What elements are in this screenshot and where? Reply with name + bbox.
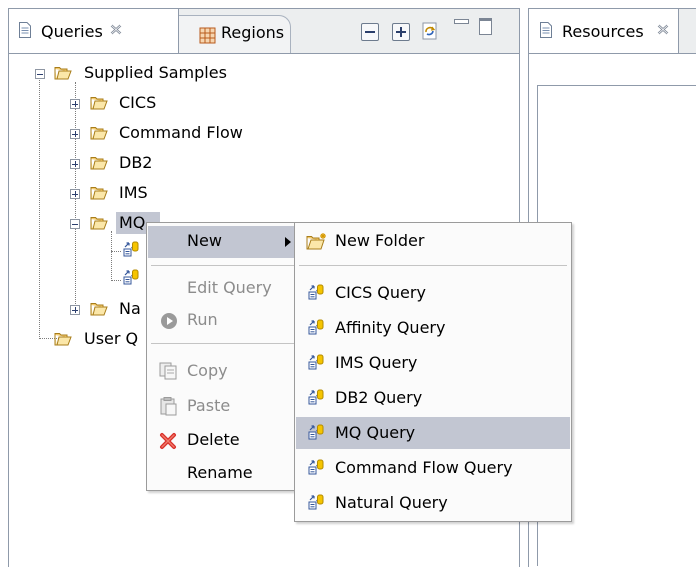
expand-all-button[interactable] — [392, 23, 410, 41]
menu-item-copy-label: Copy — [187, 361, 228, 380]
plus-icon-vertical — [400, 27, 402, 37]
folder-icon — [90, 97, 108, 110]
query-icon — [123, 269, 139, 285]
menu-item-delete[interactable]: Delete — [148, 425, 298, 457]
expand-toggle[interactable] — [70, 159, 80, 169]
menu-separator — [151, 265, 295, 266]
menu-separator — [299, 265, 567, 266]
minimize-button[interactable] — [454, 19, 469, 24]
query-icon — [123, 241, 139, 257]
minus-icon — [365, 31, 375, 33]
query-icon — [308, 284, 324, 300]
query-icon — [308, 494, 324, 510]
tree-item-command-flow[interactable]: Command Flow — [119, 123, 243, 142]
tab-queries-label: Queries — [41, 22, 103, 41]
tab-regions[interactable]: Regions — [179, 15, 291, 53]
expand-toggle[interactable] — [70, 99, 80, 109]
query-icon — [308, 319, 324, 335]
tab-resources[interactable]: Resources — [529, 9, 679, 53]
query-icon — [308, 459, 324, 475]
menu-item-run-label: Run — [187, 310, 218, 329]
folder-icon — [90, 303, 108, 316]
run-icon — [161, 313, 177, 329]
expand-toggle[interactable] — [70, 129, 80, 139]
menu-item-new-label: New — [187, 231, 222, 250]
close-icon[interactable] — [110, 24, 122, 35]
collapse-all-button[interactable] — [361, 23, 379, 41]
sync-icon[interactable] — [420, 20, 440, 42]
submenu-item-cics-query[interactable]: CICS Query — [296, 277, 570, 309]
tree-line — [111, 280, 121, 281]
folder-icon — [90, 127, 108, 140]
expand-toggle[interactable] — [70, 305, 80, 315]
folder-icon — [90, 187, 108, 200]
menu-item-run[interactable]: Run — [148, 305, 298, 337]
delete-icon — [160, 433, 176, 449]
submenu-item-affinity-query[interactable]: Affinity Query — [296, 312, 570, 344]
tree-item-db2[interactable]: DB2 — [119, 153, 152, 172]
new-submenu: New Folder CICS Query Affinity Query IMS… — [294, 222, 572, 522]
tree-item-mq[interactable]: MQ — [119, 213, 145, 232]
menu-item-edit-query[interactable]: Edit Query — [148, 273, 298, 305]
folder-icon — [90, 157, 108, 170]
submenu-item-label: MQ Query — [335, 423, 416, 442]
submenu-item-new-folder[interactable]: New Folder — [296, 226, 570, 258]
submenu-item-label: IMS Query — [335, 353, 418, 372]
document-icon — [19, 22, 31, 38]
paste-icon — [160, 397, 177, 416]
submenu-item-db2-query[interactable]: DB2 Query — [296, 382, 570, 414]
expand-toggle[interactable] — [70, 189, 80, 199]
menu-item-paste[interactable]: Paste — [148, 391, 298, 423]
context-menu: New Edit Query Run Copy Paste Delete Ren… — [146, 222, 300, 491]
submenu-item-mq-query[interactable]: MQ Query — [296, 417, 570, 449]
submenu-item-label: DB2 Query — [335, 388, 423, 407]
collapse-toggle[interactable] — [70, 219, 80, 229]
submenu-arrow-icon — [285, 237, 291, 247]
tree-line — [111, 231, 112, 281]
folder-icon — [90, 217, 108, 230]
menu-item-paste-label: Paste — [187, 396, 231, 415]
regions-icon — [199, 27, 216, 44]
queries-view-tabbar: Queries Regions — [9, 9, 519, 54]
tree-item-ims[interactable]: IMS — [119, 183, 148, 202]
menu-item-copy[interactable]: Copy — [148, 356, 298, 388]
tree-line — [39, 76, 40, 339]
folder-icon — [54, 333, 72, 346]
menu-item-new[interactable]: New — [148, 226, 298, 258]
submenu-item-label: Command Flow Query — [335, 458, 513, 477]
collapse-toggle[interactable] — [35, 69, 45, 79]
tab-queries[interactable]: Queries — [9, 9, 179, 53]
submenu-item-label: Natural Query — [335, 493, 448, 512]
tree-line — [111, 251, 121, 252]
tree-item-user-queries[interactable]: User Q — [84, 329, 138, 348]
submenu-item-command-flow-query[interactable]: Command Flow Query — [296, 452, 570, 484]
menu-item-rename-label: Rename — [187, 463, 253, 482]
resources-view-tabbar: Resources — [529, 9, 696, 54]
tab-regions-label: Regions — [221, 23, 285, 42]
submenu-item-new-folder-label: New Folder — [335, 231, 425, 250]
query-icon — [308, 389, 324, 405]
tree-item-cics[interactable]: CICS — [119, 93, 156, 112]
maximize-button[interactable] — [479, 18, 492, 35]
tab-resources-label: Resources — [562, 22, 644, 41]
menu-item-delete-label: Delete — [187, 430, 240, 449]
document-icon — [540, 22, 552, 38]
tree-item-natural[interactable]: Na — [119, 299, 141, 318]
menu-separator — [151, 343, 295, 344]
close-icon[interactable] — [657, 24, 669, 35]
submenu-item-label: CICS Query — [335, 283, 426, 302]
query-icon — [308, 354, 324, 370]
folder-icon — [54, 67, 72, 80]
menu-item-edit-query-label: Edit Query — [187, 278, 272, 297]
tree-item-supplied-samples[interactable]: Supplied Samples — [84, 63, 227, 82]
menu-item-rename[interactable]: Rename — [148, 458, 298, 490]
submenu-item-ims-query[interactable]: IMS Query — [296, 347, 570, 379]
submenu-item-natural-query[interactable]: Natural Query — [296, 487, 570, 519]
query-icon — [308, 424, 324, 440]
copy-icon — [159, 362, 177, 380]
submenu-item-label: Affinity Query — [335, 318, 446, 337]
new-folder-icon — [306, 233, 326, 250]
